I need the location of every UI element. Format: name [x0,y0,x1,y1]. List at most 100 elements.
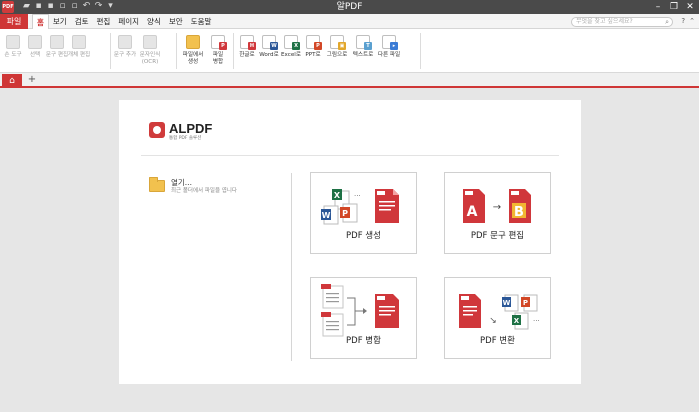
menu-tab-form[interactable]: 양식 [143,14,165,29]
folder-icon [149,177,165,192]
open-description: 최근 폴더에서 파일을 엽니다 [171,188,237,194]
alpdf-logo-icon [149,122,165,138]
object-edit-button[interactable]: 개체 편집 [68,32,90,70]
brand-subtitle: 통합 PDF 솔루션 [169,136,202,141]
edit-pdf-illustration: A → B [463,189,531,223]
help-icon[interactable]: ? [681,15,685,28]
search-icon[interactable]: ⌕ [665,18,669,26]
vertical-divider [291,173,292,361]
convert-hwp-label: 한글로 [239,52,255,58]
minimize-icon[interactable]: – [653,0,663,14]
document-tab-bar: ⌂ + [0,73,699,88]
word-file-icon: W [321,205,339,225]
pdf-file-icon [459,294,481,328]
ocr-button[interactable]: 문자인식 (OCR) [136,32,164,70]
add-tab-button[interactable]: + [26,74,38,86]
merge-files-label: 파일 병합 [212,52,224,65]
svg-text:P: P [342,209,348,218]
hwp-icon: H [240,35,256,50]
home-icon: ⌂ [9,76,15,86]
menu-bar: 파일 홈 보기 검토 편집 페이지 양식 보안 도움말 무엇을 찾고 싶으세요?… [0,14,699,30]
text-icon: T [356,35,372,50]
menu-tabs: 홈 보기 검토 편집 페이지 양식 보안 도움말 [32,14,216,30]
select-button[interactable]: 선택 [24,32,46,70]
close-icon[interactable]: ✕ [685,0,695,14]
create-from-file-button[interactable]: 파일에서 생성 [180,32,206,70]
maximize-icon[interactable]: ❐ [669,0,679,14]
convert-excel-button[interactable]: X Excel로 [280,32,302,70]
menu-tab-page[interactable]: 페이지 [114,14,143,29]
word-icon: W [262,35,278,50]
object-edit-icon [72,35,86,49]
ribbon-separator [420,33,421,69]
create-pdf-illustration: X ··· W P [321,189,399,225]
home-tab[interactable]: ⌂ [2,74,22,88]
svg-text:A: A [467,204,478,220]
ribbon-group-create: 파일에서 생성 P 파일 병합 [180,32,230,70]
merge-files-button[interactable]: P 파일 병합 [206,32,230,70]
menubar-right-controls: ? ⌃ [681,15,695,28]
svg-text:B: B [514,205,524,220]
svg-text:P: P [523,299,528,307]
convert-text-button[interactable]: T 텍스트로 [350,32,376,70]
edit-pdf-text-card[interactable]: A → B PDF 문구 편집 [444,172,551,254]
text-add-button[interactable]: 문구 추가 [114,32,136,70]
convert-image-button[interactable]: ▣ 그림으로 [324,32,350,70]
title-bar: PDF ▰ ▪ ▪ ▫ ▫ ↶ ↷ ▾ 알PDF – ❐ ✕ [0,0,699,14]
collapse-ribbon-icon[interactable]: ⌃ [689,15,695,28]
convert-hwp-button[interactable]: H 한글로 [236,32,258,70]
pdf-document-icon [321,284,344,309]
excel-file-icon: X [512,312,529,330]
convert-other-label: 다른 파일 [377,52,401,58]
open-file-link[interactable]: 열기... 최근 폴더에서 파일을 엽니다 [149,177,279,200]
text-add-label: 문구 추가 [113,52,137,58]
svg-text:↘: ↘ [489,316,497,326]
menu-tab-review[interactable]: 검토 [71,14,93,29]
convert-word-label: Word로 [259,52,279,58]
text-edit-label: 문구 편집 [45,52,69,58]
ribbon-toolbar: 손 도구 선택 문구 편집 개체 편집 문구 추가 문자인식 (OCR) 파일에… [0,29,699,73]
convert-word-button[interactable]: W Word로 [258,32,280,70]
text-edit-icon [50,35,64,49]
convert-text-label: 텍스트로 [352,52,374,58]
convert-pdf-label: PDF 변환 [480,336,515,346]
window-title: 알PDF [336,2,363,12]
menu-tab-view[interactable]: 보기 [49,14,71,29]
hand-tool-button[interactable]: 손 도구 [2,32,24,70]
svg-text:W: W [322,211,331,220]
excel-icon: X [284,35,300,50]
menu-file[interactable]: 파일 [0,14,28,29]
plus-icon: + [27,74,37,85]
create-pdf-card[interactable]: X ··· W P PDF 생성 [310,172,417,254]
create-from-file-label: 파일에서 생성 [182,52,204,65]
merge-pdf-label: PDF 병합 [346,336,381,346]
pdf-file-icon [375,294,399,328]
ocr-label: 문자인식 (OCR) [139,52,161,65]
window-controls: – ❐ ✕ [653,0,695,14]
svg-text:W: W [503,299,511,307]
ribbon-separator [110,33,111,69]
other-file-icon: ▸ [382,35,398,50]
object-edit-label: 개체 편집 [67,52,91,58]
convert-pdf-illustration: ↘ W P X ··· [459,294,540,330]
menu-tab-home[interactable]: 홈 [32,14,49,30]
search-placeholder: 무엇을 찾고 싶으세요? [576,18,633,25]
ribbon-group-tools: 손 도구 선택 문구 편집 개체 편집 [2,32,90,70]
ppt-file-icon: P [521,294,538,312]
svg-text:→: → [493,202,501,213]
text-edit-button[interactable]: 문구 편집 [46,32,68,70]
menu-tab-help[interactable]: 도움말 [187,14,216,29]
menu-tab-security[interactable]: 보안 [165,14,187,29]
start-panel: ALPDF 통합 PDF 솔루션 열기... 최근 폴더에서 파일을 엽니다 X… [119,100,581,384]
ppt-file-icon: P [340,203,358,223]
word-file-icon: W [502,294,519,312]
convert-other-button[interactable]: ▸ 다른 파일 [376,32,402,70]
convert-pdf-card[interactable]: ↘ W P X ··· PDF 변환 [444,277,551,359]
menu-tab-edit[interactable]: 편집 [93,14,115,29]
brand-name: ALPDF [169,121,213,136]
convert-ppt-button[interactable]: P PPT로 [302,32,324,70]
divider [141,155,559,156]
search-input[interactable]: 무엇을 찾고 싶으세요? ⌕ [571,17,673,27]
edit-pdf-text-label: PDF 문구 편집 [470,231,525,241]
merge-pdf-card[interactable]: PDF 병합 [310,277,417,359]
